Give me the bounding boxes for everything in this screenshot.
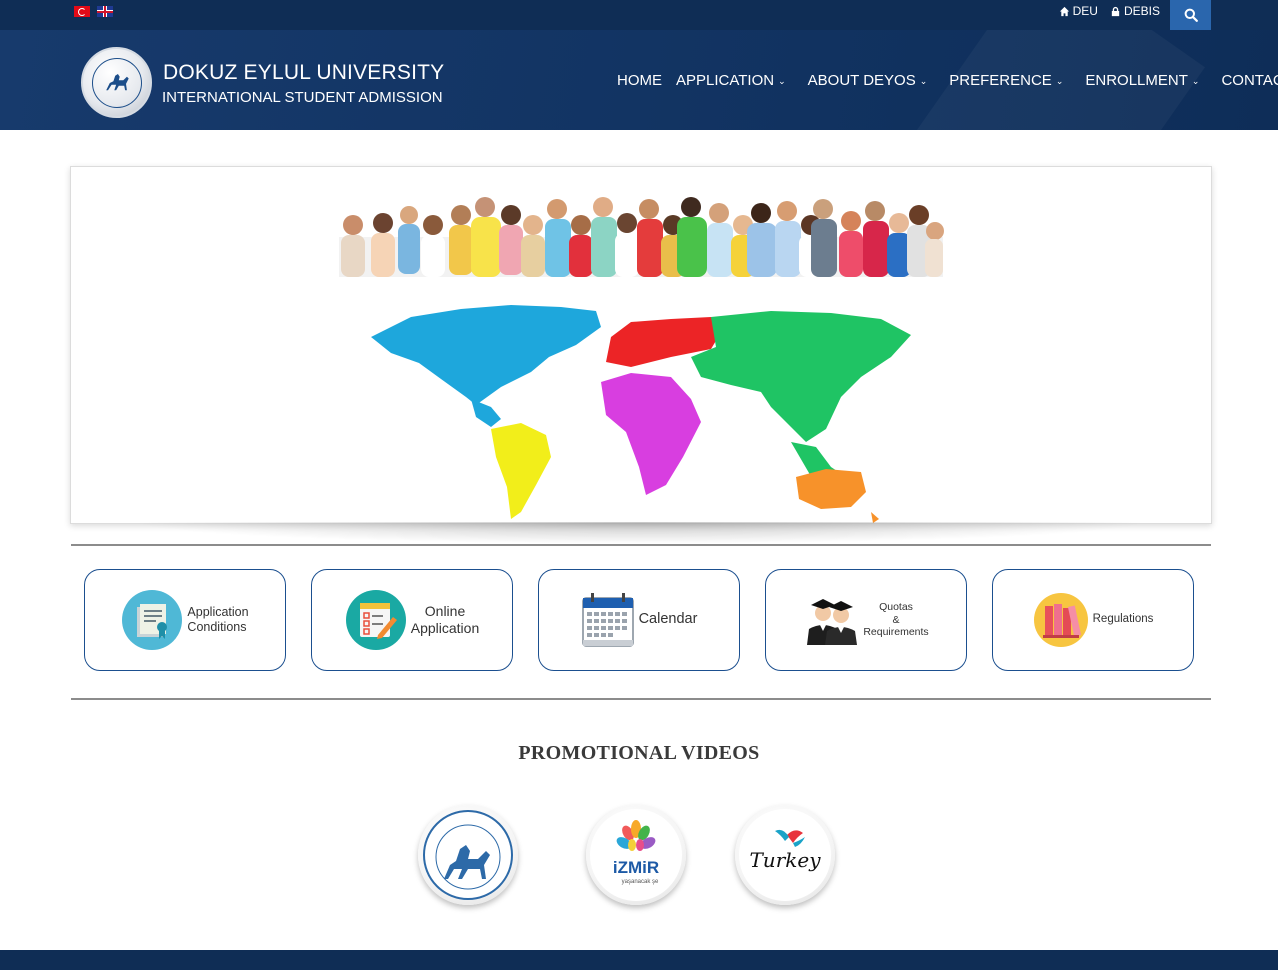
izmir-text: iZMiR: [613, 858, 659, 877]
graduates-icon: [807, 599, 858, 645]
chevron-down-icon: ⌄: [1055, 76, 1064, 86]
izmir-tagline: yaşanacak şe: [622, 879, 659, 885]
nav-label: APPLICATION: [676, 72, 775, 89]
online-application-card[interactable]: Online Application: [311, 569, 513, 671]
card-label: Quotas & Requirements: [863, 601, 929, 639]
nav-label: ENROLLMENT: [1085, 72, 1188, 89]
books-icon: [1033, 593, 1088, 647]
nav-application[interactable]: APPLICATION ⌄: [676, 72, 786, 89]
site-header: DOKUZ EYLUL UNIVERSITY INTERNATIONAL STU…: [0, 30, 1278, 130]
deu-seal-icon: [423, 810, 513, 900]
turkish-flag-icon[interactable]: [74, 6, 90, 17]
search-button[interactable]: [1170, 0, 1211, 30]
main-nav: HOME APPLICATION ⌄ ABOUT DEYOS ⌄ PREFERENC…: [617, 72, 1278, 89]
card-label: Regulations: [1092, 613, 1154, 626]
video-deu[interactable]: [418, 805, 518, 905]
site-subtitle: INTERNATIONAL STUDENT ADMISSION: [162, 89, 443, 106]
search-icon: [1184, 8, 1198, 22]
turkey-text: Turkey: [749, 848, 821, 872]
footer-bar: [0, 950, 1278, 970]
deu-link[interactable]: DEU: [1059, 4, 1098, 18]
chevron-down-icon: ⌄: [778, 76, 786, 86]
video-izmir[interactable]: iZMiR yaşanacak şe: [586, 805, 686, 905]
checklist-icon: [345, 590, 406, 650]
calendar-card[interactable]: Calendar: [538, 569, 740, 671]
izmir-logo-icon: iZMiR yaşanacak şe: [590, 809, 682, 901]
card-label: Calendar: [638, 611, 698, 628]
nav-preference[interactable]: PREFERENCE ⌄: [949, 72, 1063, 89]
divider: [71, 698, 1211, 700]
chevron-down-icon: ⌄: [919, 76, 928, 86]
nav-label: HOME: [617, 72, 662, 89]
nav-about-deyos[interactable]: ABOUT DEYOS ⌄: [808, 72, 928, 89]
nav-label: ABOUT DEYOS: [807, 72, 916, 89]
nav-enrollment[interactable]: ENROLLMENT ⌄: [1085, 72, 1199, 89]
card-label: Application Conditions: [187, 605, 249, 634]
application-conditions-card[interactable]: Application Conditions: [84, 569, 286, 671]
university-logo[interactable]: [81, 47, 152, 118]
calendar-icon: [581, 593, 634, 647]
top-links: DEU DEBIS: [1059, 4, 1160, 18]
world-map: [371, 305, 911, 523]
nav-contact[interactable]: CONTACT: [1221, 72, 1278, 89]
horse-rider-icon: [91, 57, 142, 108]
certificate-icon: [122, 590, 183, 650]
home-icon: [1059, 6, 1069, 16]
nav-label: CONTACT: [1221, 72, 1278, 89]
debis-link-label: DEBIS: [1123, 4, 1160, 18]
turkey-logo-icon: Turkey: [739, 809, 831, 901]
lock-icon: [1111, 6, 1120, 16]
nav-label: PREFERENCE: [949, 72, 1052, 89]
nav-home[interactable]: HOME: [617, 72, 662, 89]
deu-link-label: DEU: [1072, 4, 1098, 18]
students-crowd: [339, 197, 944, 297]
quotas-requirements-card[interactable]: Quotas & Requirements: [765, 569, 967, 671]
top-bar: DEU DEBIS: [0, 0, 1278, 30]
regulations-card[interactable]: Regulations: [992, 569, 1194, 671]
divider: [71, 544, 1211, 546]
card-label: Online Application: [410, 603, 480, 636]
english-flag-icon[interactable]: [97, 6, 113, 17]
hero-banner[interactable]: [70, 166, 1212, 524]
debis-link[interactable]: DEBIS: [1110, 4, 1160, 18]
promotional-videos-heading: PROMOTIONAL VIDEOS: [518, 742, 760, 764]
video-turkey[interactable]: Turkey: [735, 805, 835, 905]
chevron-down-icon: ⌄: [1191, 76, 1200, 86]
university-name[interactable]: DOKUZ EYLUL UNIVERSITY: [163, 61, 444, 85]
banner-shadow: [130, 522, 1150, 544]
students-world-map-image: [339, 197, 944, 523]
